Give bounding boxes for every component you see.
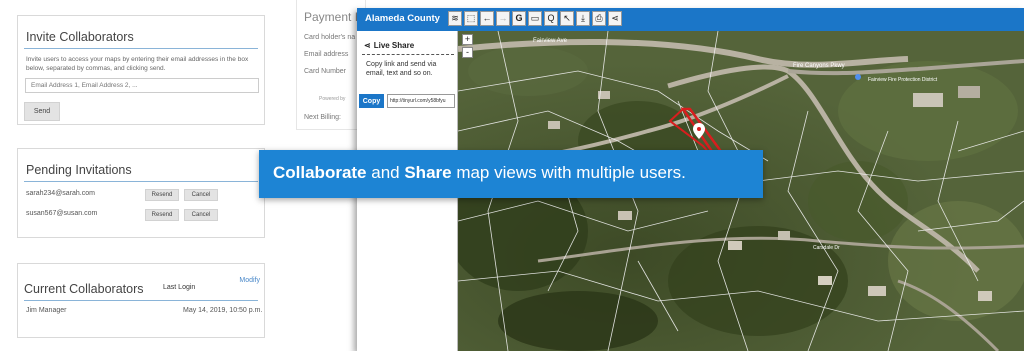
invite-collaborators-panel: Invite Collaborators Invite users to acc…: [17, 15, 265, 125]
collaborator-last-login: May 14, 2019, 10:50 p.m.: [183, 307, 263, 314]
send-button[interactable]: Send: [24, 102, 60, 121]
forward-icon[interactable]: →: [496, 11, 510, 26]
collaborator-name: Jim Manager: [26, 307, 67, 314]
current-title: Current Collaborators: [24, 282, 144, 296]
zoom-out-button[interactable]: -: [462, 47, 473, 58]
resend-button[interactable]: Resend: [145, 189, 179, 201]
banner-text-and: and: [366, 163, 405, 182]
email-address-label: Email address: [304, 51, 349, 58]
google-icon[interactable]: G: [512, 11, 526, 26]
last-login-header: Last Login: [163, 284, 196, 291]
select-icon[interactable]: ⬚: [464, 11, 478, 26]
road-label-fire-canyons: Fire Canyons Pkwy: [793, 63, 845, 69]
resend-button[interactable]: Resend: [145, 209, 179, 221]
card-number-label: Card Number: [304, 68, 347, 75]
pending-email: sarah234@sarah.com: [26, 190, 95, 197]
current-divider: [24, 300, 258, 301]
share-icon[interactable]: ⋖: [608, 11, 622, 26]
current-header: Current Collaborators Last Login Modify: [24, 277, 260, 298]
pending-email: susan567@susan.com: [26, 210, 98, 217]
modify-link[interactable]: Modify: [239, 277, 260, 284]
banner-text: Collaborate and Share map views with mul…: [273, 163, 686, 183]
print-icon[interactable]: ⎙: [592, 11, 606, 26]
cancel-button[interactable]: Cancel: [184, 189, 218, 201]
search-icon[interactable]: Q: [544, 11, 558, 26]
cancel-button[interactable]: Cancel: [184, 209, 218, 221]
live-share-header: ⋖ Live Share: [364, 41, 414, 50]
measure-icon[interactable]: ▭: [528, 11, 542, 26]
banner-word-share: Share: [404, 163, 452, 182]
payment-info-panel: Payment In Card holder's na Email addres…: [296, 0, 366, 130]
screenshot-stage: Invite Collaborators Invite users to acc…: [0, 0, 1024, 351]
promo-banner: Collaborate and Share map views with mul…: [259, 150, 763, 198]
county-title: Alameda County: [365, 13, 440, 24]
pending-invitations-panel: Pending Invitations sarah234@sarah.com R…: [17, 148, 265, 238]
place-label-fire-district: Fairview Fire Protection District: [868, 77, 938, 83]
live-share-divider: [362, 54, 454, 55]
invite-description: Invite users to access your maps by ente…: [26, 56, 249, 72]
share-icon: ⋖: [364, 41, 371, 50]
road-label-fairview: Fairview Ave: [533, 38, 568, 44]
banner-word-collaborate: Collaborate: [273, 163, 367, 182]
back-icon[interactable]: ←: [480, 11, 494, 26]
road-label-carsdale: Carsdale Dr: [813, 245, 840, 251]
banner-text-rest: map views with multiple users.: [451, 163, 686, 182]
layers-icon[interactable]: ≋: [448, 11, 462, 26]
zoom-in-button[interactable]: +: [462, 34, 473, 45]
download-icon[interactable]: ⤓: [576, 11, 590, 26]
invite-divider: [24, 48, 258, 49]
invite-email-input[interactable]: [25, 78, 259, 93]
map-titlebar: Alameda County ≋ ⬚ ← → G ▭ Q ↖ ⤓ ⎙ ⋖: [357, 8, 1024, 31]
pending-row: susan567@susan.com Resend Cancel: [26, 209, 256, 221]
identify-icon[interactable]: ↖: [560, 11, 574, 26]
pending-title: Pending Invitations: [26, 163, 132, 177]
powered-by-text: Powered by: [319, 96, 346, 102]
invite-title: Invite Collaborators: [26, 30, 134, 44]
next-billing-label: Next Billing:: [304, 114, 341, 121]
place-marker-icon: [855, 74, 861, 80]
pending-row: sarah234@sarah.com Resend Cancel: [26, 189, 256, 201]
copy-button[interactable]: Copy: [359, 94, 384, 108]
live-share-description: Copy link and send via email, text and s…: [366, 61, 437, 77]
share-link-field[interactable]: [387, 94, 455, 108]
card-holder-label: Card holder's na: [304, 34, 356, 41]
pending-divider: [24, 181, 258, 182]
live-share-title: Live Share: [373, 41, 415, 50]
payment-title: Payment In: [304, 10, 365, 24]
collaborator-row: Jim Manager May 14, 2019, 10:50 p.m.: [26, 307, 262, 314]
current-collaborators-panel: Current Collaborators Last Login Modify …: [17, 263, 265, 338]
